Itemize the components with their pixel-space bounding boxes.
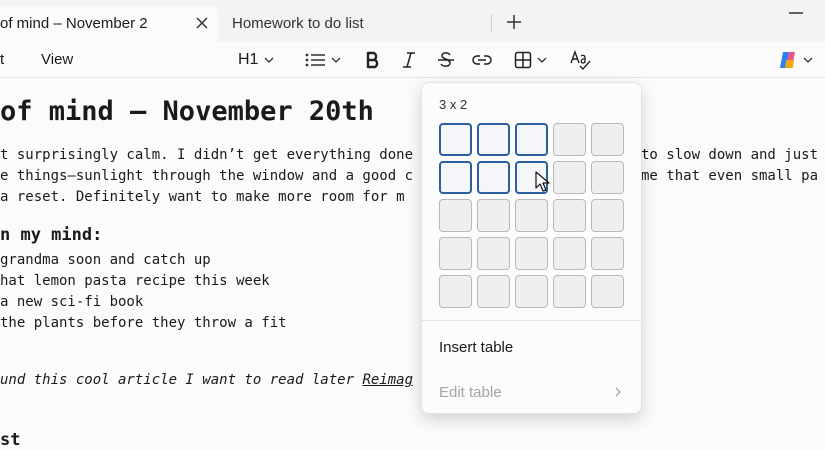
article-link[interactable]: Reimag (362, 372, 413, 388)
section-heading: st (0, 430, 21, 450)
editor[interactable]: of mind – November 20th t surprisingly c… (0, 78, 825, 450)
list-item: hat lemon pasta recipe this week (0, 273, 270, 289)
table-grid-cell[interactable] (515, 275, 548, 308)
strikethrough-icon (437, 51, 455, 69)
tab-separator (491, 14, 492, 32)
list-item: the plants before they throw a fit (0, 315, 287, 331)
table-grid-cell[interactable] (553, 199, 586, 232)
table-grid-cell[interactable] (515, 237, 548, 270)
tab-homework[interactable]: Homework to do list (232, 6, 492, 42)
paragraph-line: t surprisingly calm. I didn’t get everyt… (0, 147, 414, 163)
chevron-right-icon (612, 385, 624, 399)
spell-check-button[interactable] (570, 48, 592, 72)
link-icon (471, 52, 493, 68)
chevron-down-icon (537, 55, 547, 65)
mouse-cursor-icon (535, 171, 551, 193)
bold-button[interactable] (365, 48, 381, 72)
table-grid-cell[interactable] (591, 275, 624, 308)
table-grid-cell[interactable] (591, 237, 624, 270)
strikethrough-button[interactable] (437, 48, 455, 72)
heading-label: H1 (238, 51, 259, 68)
document-title: of mind – November 20th (0, 96, 374, 127)
insert-table-button[interactable]: Insert table (439, 339, 513, 356)
link-button[interactable] (471, 48, 493, 72)
paragraph-line: a reset. Definitely want to make more ro… (0, 189, 405, 205)
spell-check-icon (570, 50, 592, 70)
table-grid-cell[interactable] (553, 123, 586, 156)
close-icon[interactable] (192, 13, 212, 33)
table-grid-cell[interactable] (477, 161, 510, 194)
bulleted-list-icon (305, 52, 327, 68)
table-grid-cell[interactable] (477, 199, 510, 232)
table-grid-cell[interactable] (439, 275, 472, 308)
note-line: und this cool article I want to read lat… (0, 372, 413, 388)
tab-title: of mind – November 2 (0, 15, 148, 32)
table-grid-cell[interactable] (553, 237, 586, 270)
chevron-down-icon (264, 55, 274, 65)
menu-edit[interactable]: t (0, 51, 4, 68)
table-dropdown[interactable] (514, 48, 547, 72)
table-popup: 3 x 2 Insert table Edit table (421, 82, 642, 414)
table-grid-cell[interactable] (515, 199, 548, 232)
toolbar: t View H1 (0, 42, 825, 78)
list-item: a new sci-fi book (0, 294, 144, 310)
tab-strip: of mind – November 2 Homework to do list (0, 0, 825, 42)
bold-icon (365, 51, 381, 69)
list-item: grandma soon and catch up (0, 252, 211, 268)
menu-view[interactable]: View (41, 51, 73, 68)
table-grid-cell[interactable] (553, 275, 586, 308)
copilot-dropdown[interactable] (777, 48, 813, 72)
table-grid-cell[interactable] (553, 161, 586, 194)
note-text: und this cool article I want to read lat… (0, 372, 363, 388)
chevron-down-icon (331, 55, 341, 65)
table-grid-cell[interactable] (439, 237, 472, 270)
minimize-icon[interactable] (786, 4, 806, 18)
copilot-icon (777, 50, 799, 70)
table-grid-cell[interactable] (477, 275, 510, 308)
tab-active[interactable]: of mind – November 2 (0, 6, 218, 42)
table-grid-cell[interactable] (591, 123, 624, 156)
table-grid-cell[interactable] (439, 161, 472, 194)
table-icon (514, 51, 532, 69)
table-grid-cell[interactable] (477, 237, 510, 270)
list-dropdown[interactable] (305, 48, 341, 72)
table-grid-cell[interactable] (477, 123, 510, 156)
table-grid-cell[interactable] (439, 123, 472, 156)
paragraph-line: me that even small pa (641, 168, 819, 184)
table-grid-cell[interactable] (591, 199, 624, 232)
tab-title: Homework to do list (232, 15, 364, 32)
paragraph-line: e things—sunlight through the window and… (0, 168, 414, 184)
italic-icon (401, 51, 417, 69)
chevron-down-icon (803, 55, 813, 65)
italic-button[interactable] (401, 48, 417, 72)
popup-divider (422, 320, 641, 321)
heading-dropdown[interactable]: H1 (238, 48, 274, 72)
paragraph-line: to slow down and just (641, 147, 819, 163)
table-grid-cell[interactable] (515, 123, 548, 156)
section-heading: n my mind: (0, 225, 103, 245)
table-grid-cell[interactable] (439, 199, 472, 232)
table-size-label: 3 x 2 (439, 97, 468, 112)
plus-icon[interactable] (504, 12, 524, 32)
edit-table-item[interactable]: Edit table (439, 384, 502, 401)
table-grid-cell[interactable] (591, 161, 624, 194)
